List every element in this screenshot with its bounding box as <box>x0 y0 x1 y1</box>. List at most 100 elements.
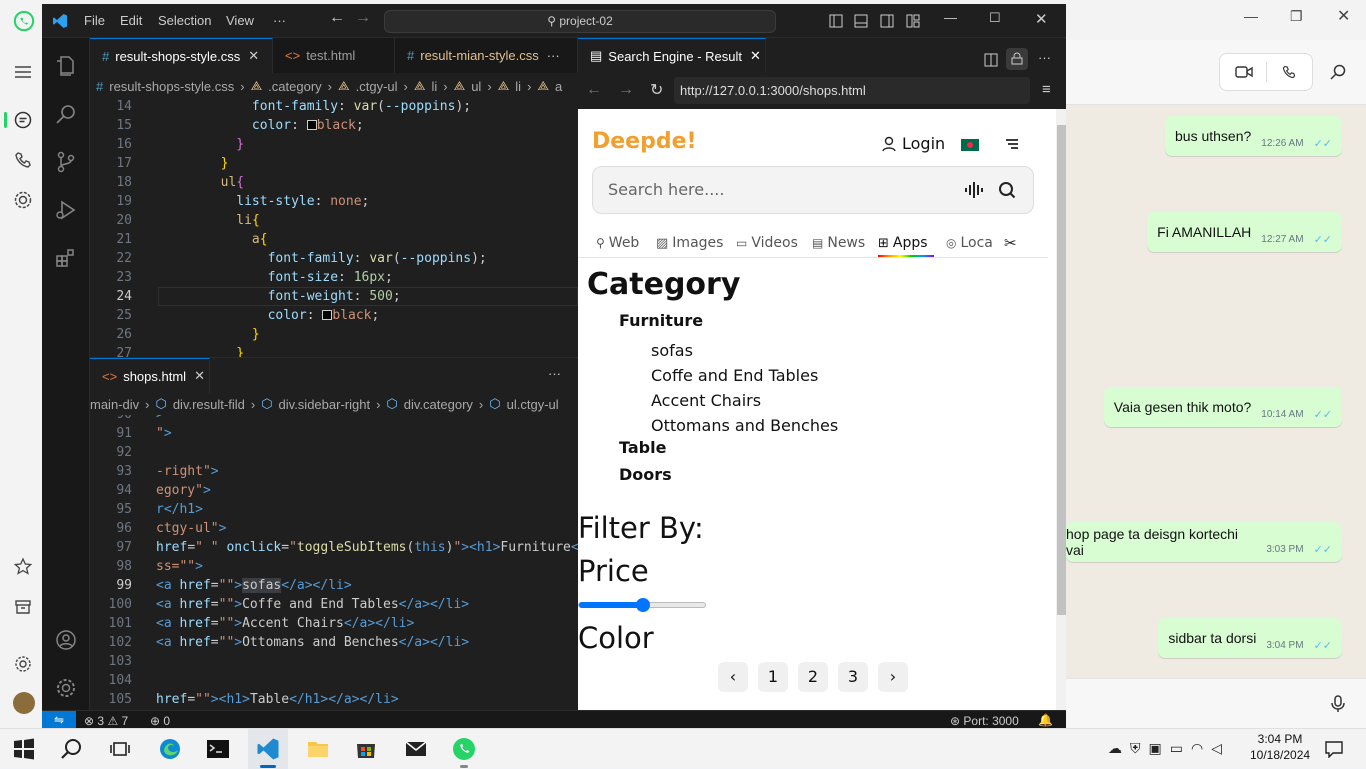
restore-button[interactable]: ❐ <box>1290 8 1303 25</box>
archived-icon[interactable] <box>13 597 33 617</box>
ports-indicator[interactable]: ⊕ 0 <box>150 714 170 728</box>
explorer-icon[interactable] <box>54 54 78 78</box>
close-button[interactable]: ✕ <box>1337 6 1350 26</box>
page-2-button[interactable]: 2 <box>798 662 828 692</box>
category-table[interactable]: Table <box>619 438 666 457</box>
subitem-sofas[interactable]: sofas <box>651 341 693 360</box>
settings-icon[interactable] <box>13 654 33 674</box>
extensions-icon[interactable] <box>54 246 78 270</box>
voice-search-icon[interactable] <box>964 181 984 199</box>
menu-file[interactable]: File <box>84 13 105 28</box>
more-actions-icon[interactable]: ··· <box>1038 50 1051 65</box>
bangladesh-flag-icon[interactable] <box>961 139 979 151</box>
subitem-ottomans[interactable]: Ottomans and Benches <box>651 416 838 435</box>
nav-news[interactable]: ▤ News <box>812 235 865 251</box>
tools-icon[interactable]: ✂ <box>1004 234 1017 252</box>
notifications-icon[interactable] <box>1325 740 1343 758</box>
search-icon[interactable] <box>1330 64 1346 80</box>
manage-gear-icon[interactable] <box>54 676 78 700</box>
menu-edit[interactable]: Edit <box>120 13 142 28</box>
edge-browser-icon[interactable] <box>158 737 182 761</box>
tab-result-mian-style[interactable]: # result-mian-style.css ··· <box>395 38 578 73</box>
terminal-icon[interactable] <box>206 737 230 761</box>
page-3-button[interactable]: 3 <box>838 662 868 692</box>
toggle-secondary-sidebar-icon[interactable] <box>880 14 894 28</box>
file-explorer-icon[interactable] <box>306 737 330 761</box>
status-icon[interactable] <box>13 190 33 210</box>
subitem-accent-chairs[interactable]: Accent Chairs <box>651 391 761 410</box>
prev-page-button[interactable]: ‹ <box>718 662 748 692</box>
menu-icon[interactable]: ≡ <box>1042 81 1051 98</box>
split-editor-icon[interactable] <box>984 53 998 67</box>
live-server-port[interactable]: ⊛ Port: 3000 <box>950 714 1019 728</box>
scrollbar-thumb[interactable] <box>1057 125 1066 615</box>
problems-indicator[interactable]: ⊗ 3 ⚠ 7 <box>84 714 128 728</box>
tab-browser-result[interactable]: ▤ Search Engine - Result ✕ <box>578 38 766 73</box>
chats-icon[interactable] <box>13 110 33 130</box>
toggle-sidebar-icon[interactable] <box>829 14 843 28</box>
nav-web[interactable]: ⚲ Web <box>596 235 639 251</box>
windows-start-icon[interactable] <box>12 737 36 761</box>
nav-images[interactable]: ▨ Images <box>656 235 723 251</box>
close-tab-icon[interactable]: ✕ <box>248 48 259 64</box>
search-icon[interactable] <box>54 102 78 126</box>
nav-location[interactable]: ◎ Loca <box>946 235 993 251</box>
video-call-icon[interactable] <box>1235 64 1253 80</box>
page-1-button[interactable]: 1 <box>758 662 788 692</box>
tab-result-shops-style[interactable]: # result-shops-style.css ✕ <box>90 38 273 73</box>
starred-icon[interactable] <box>13 557 33 577</box>
system-tray-icons[interactable]: ☁⛨▣▭◠◁ <box>1108 740 1230 757</box>
minimize-button[interactable]: — <box>1244 8 1258 24</box>
vscode-taskbar-active[interactable] <box>248 729 288 769</box>
more-actions-icon[interactable]: ··· <box>548 366 561 381</box>
tab-test-html[interactable]: <> test.html <box>273 38 395 73</box>
next-page-button[interactable]: › <box>878 662 908 692</box>
html-editor[interactable]: 90919293949596979899100101102103104105 >… <box>90 415 578 710</box>
minimize-button[interactable]: — <box>944 10 957 25</box>
subitem-coffee-tables[interactable]: Coffe and End Tables <box>651 366 818 385</box>
run-debug-icon[interactable] <box>54 198 78 222</box>
menu-selection[interactable]: Selection <box>158 13 211 28</box>
voice-call-icon[interactable] <box>1281 64 1297 80</box>
source-control-icon[interactable] <box>54 150 78 174</box>
close-button[interactable]: ✕ <box>1035 10 1048 28</box>
avatar[interactable] <box>13 692 35 714</box>
notifications-icon[interactable]: 🔔 <box>1038 713 1053 727</box>
message-composer[interactable] <box>1066 678 1366 728</box>
mail-icon[interactable] <box>404 737 428 761</box>
whatsapp-taskbar[interactable] <box>444 729 484 769</box>
back-arrow-icon[interactable]: ← <box>329 9 345 27</box>
url-input[interactable]: http://127.0.0.1:3000/shops.html <box>674 77 1030 104</box>
toggle-panel-icon[interactable] <box>854 14 868 28</box>
price-slider[interactable] <box>578 598 706 612</box>
microphone-icon[interactable] <box>1331 695 1345 713</box>
command-center-search[interactable]: ⚲ project-02 <box>384 10 776 33</box>
price-slider-thumb[interactable] <box>636 598 650 612</box>
category-doors[interactable]: Doors <box>619 465 672 484</box>
menu-more[interactable]: ··· <box>273 13 286 28</box>
calls-icon[interactable] <box>13 150 33 170</box>
tab-shops-html[interactable]: <> shops.html ✕ <box>90 358 210 393</box>
close-tab-icon[interactable]: ✕ <box>750 48 761 64</box>
back-arrow-icon[interactable]: ← <box>586 81 602 99</box>
task-view-icon[interactable] <box>108 737 132 761</box>
site-logo[interactable]: Deepde! <box>592 129 697 154</box>
login-button[interactable]: Login <box>882 134 945 153</box>
nav-videos[interactable]: ▭ Videos <box>736 235 798 251</box>
maximize-button[interactable]: ☐ <box>989 10 1001 26</box>
close-tab-icon[interactable]: ✕ <box>194 368 205 384</box>
search-icon[interactable] <box>60 737 84 761</box>
clock[interactable]: 3:04 PM 10/18/2024 <box>1250 732 1310 762</box>
forward-arrow-icon[interactable]: → <box>618 81 634 99</box>
reload-icon[interactable]: ↻ <box>650 80 663 100</box>
menu-icon[interactable] <box>13 62 33 82</box>
category-furniture[interactable]: Furniture <box>619 311 703 330</box>
menu-icon[interactable] <box>1005 138 1019 150</box>
forward-arrow-icon[interactable]: → <box>355 9 371 27</box>
microsoft-store-icon[interactable] <box>354 737 378 761</box>
accounts-icon[interactable] <box>54 628 78 652</box>
customize-layout-icon[interactable] <box>906 14 920 28</box>
nav-apps[interactable]: ⊞ Apps <box>878 235 928 251</box>
lock-button[interactable] <box>1006 48 1028 70</box>
search-icon[interactable] <box>998 181 1016 199</box>
